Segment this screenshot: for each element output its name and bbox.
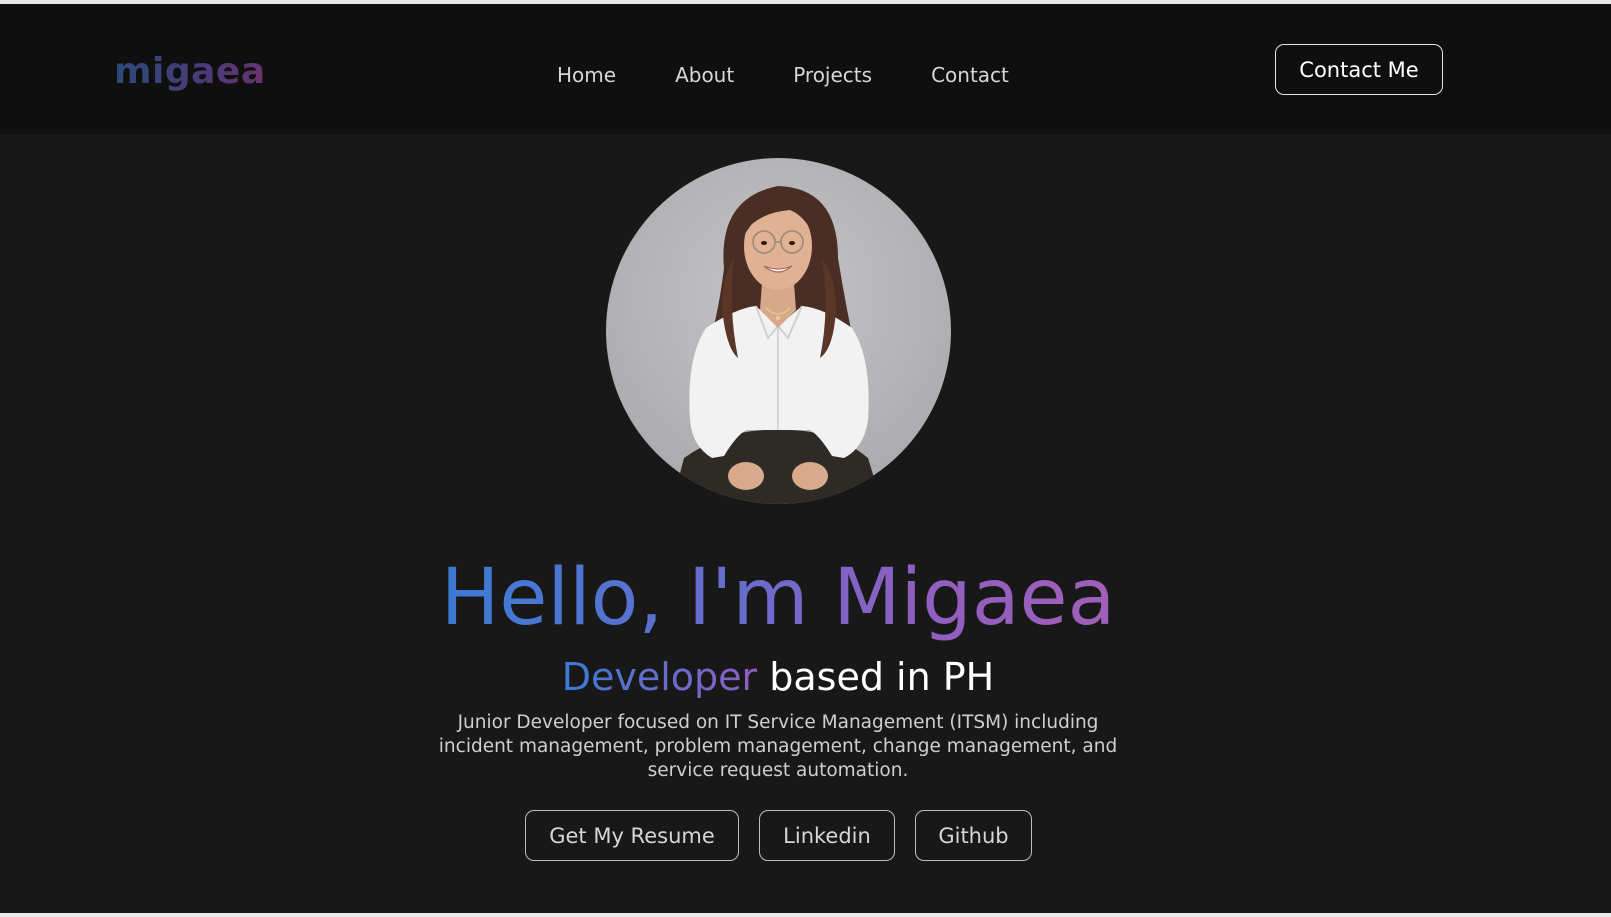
profile-photo — [606, 158, 951, 504]
hero-title-text: Hello, I'm Migaea — [440, 553, 1116, 643]
resume-button[interactable]: Get My Resume — [525, 810, 739, 861]
hero-title: Hello, I'm Migaea — [0, 552, 1556, 644]
nav-link-home[interactable]: Home — [557, 62, 616, 88]
nav-link-about[interactable]: About — [675, 62, 734, 88]
hero-description: Junior Developer focused on IT Service M… — [438, 712, 1118, 781]
nav-link-projects[interactable]: Projects — [793, 62, 872, 88]
nav-link-contact[interactable]: Contact — [931, 62, 1009, 88]
bottom-border — [0, 913, 1611, 917]
subtitle-location: based in PH — [757, 655, 995, 699]
github-button[interactable]: Github — [915, 810, 1032, 861]
logo[interactable]: migaea — [114, 50, 266, 94]
navbar: migaea Home About Projects Contact Conta… — [0, 4, 1611, 134]
hero-subtitle: Developer based in PH — [0, 653, 1556, 701]
page: migaea Home About Projects Contact Conta… — [0, 0, 1611, 917]
nav-menu: Home About Projects Contact — [557, 62, 1009, 88]
subtitle-role: Developer — [561, 655, 758, 699]
contact-me-button[interactable]: Contact Me — [1275, 44, 1443, 95]
hero-button-row: Get My Resume Linkedin Github — [525, 810, 1032, 861]
profile-photo-illustration — [672, 186, 882, 504]
linkedin-button[interactable]: Linkedin — [759, 810, 895, 861]
